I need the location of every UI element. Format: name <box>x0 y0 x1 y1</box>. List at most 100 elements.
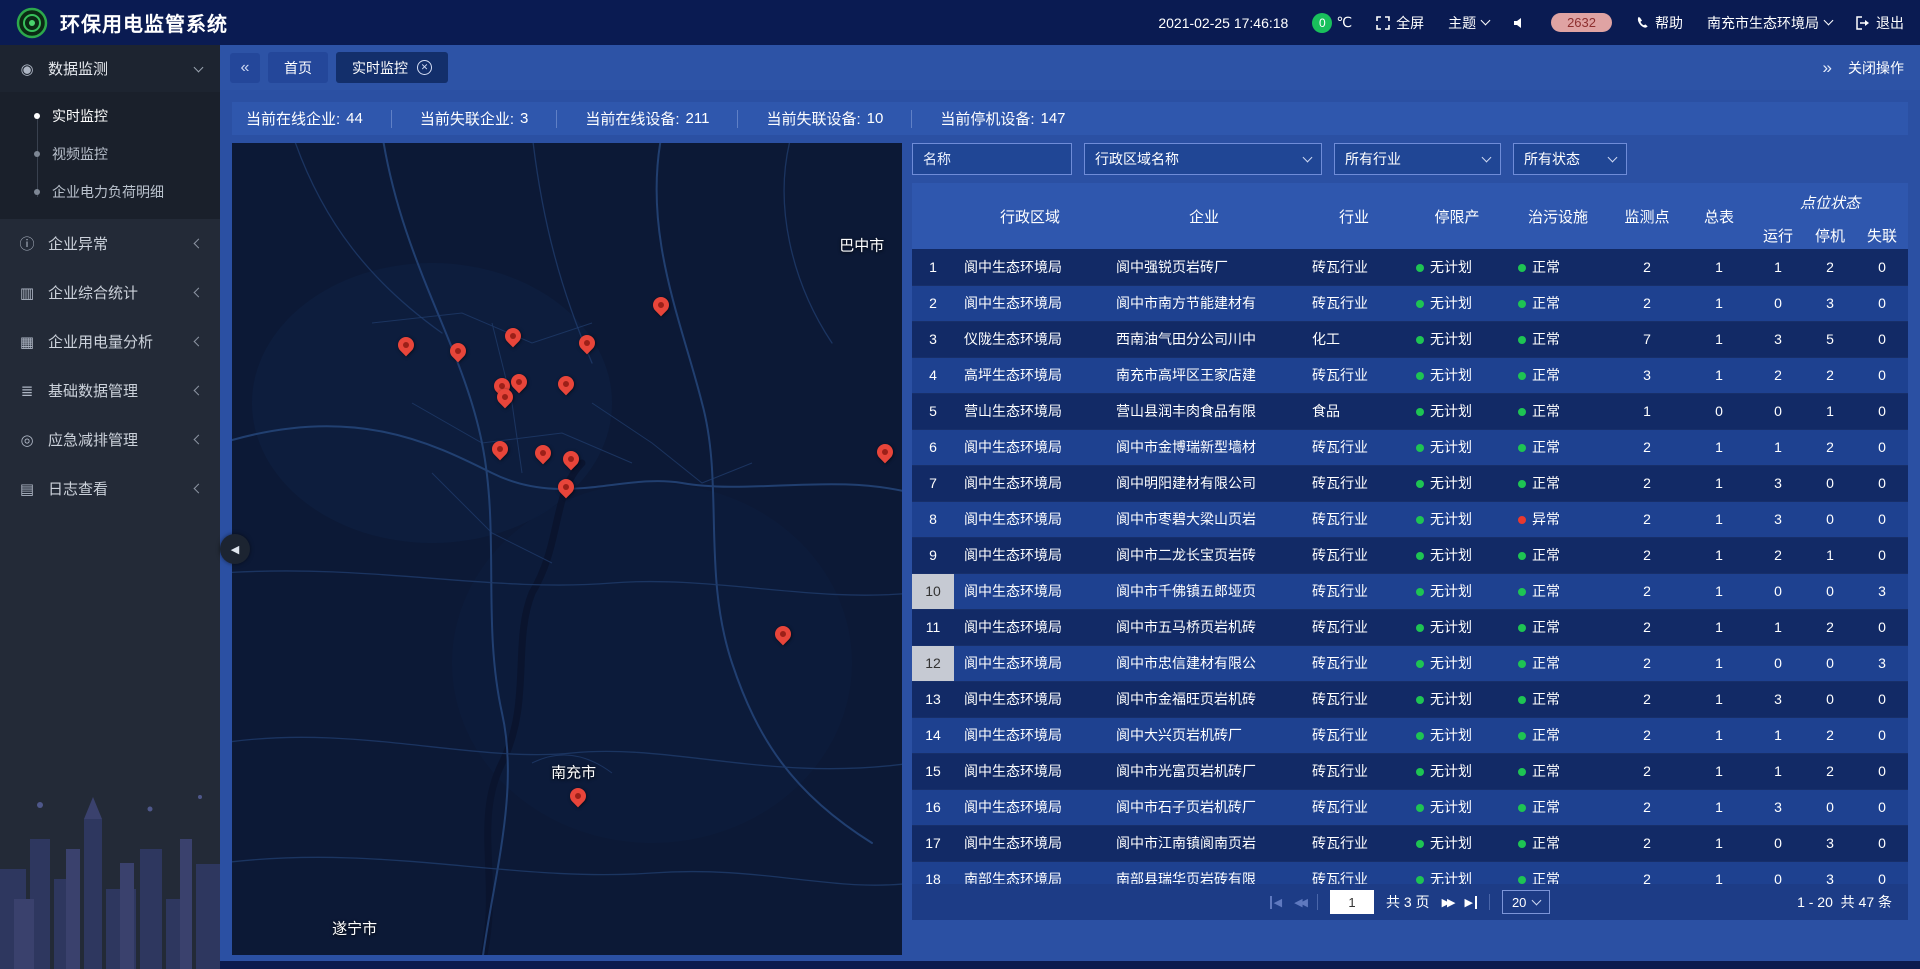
col-header-lost: 失联 <box>1856 221 1908 249</box>
map-pin-icon[interactable] <box>532 442 555 465</box>
alarm-count-badge[interactable]: 2632 <box>1551 13 1612 32</box>
cell-lost: 0 <box>1856 825 1908 861</box>
sidebar-item-realtime-monitor[interactable]: 实时监控 <box>0 97 220 135</box>
map-pin-icon[interactable] <box>395 334 418 357</box>
map-city-label: 南充市 <box>551 762 596 783</box>
cell-industry: 砖瓦行业 <box>1302 717 1406 753</box>
cell-company: 阆中强锐页岩砖厂 <box>1106 249 1302 285</box>
tabs-scroll-left-icon[interactable]: « <box>230 53 260 83</box>
status-dot-icon <box>1416 732 1424 740</box>
table-row[interactable]: 1阆中生态环境局阆中强锐页岩砖厂砖瓦行业无计划正常21120 <box>912 249 1908 285</box>
sound-button[interactable] <box>1513 16 1527 30</box>
sidebar-item-power-analysis[interactable]: ▦ 企业用电量分析 <box>0 317 220 366</box>
region-filter-select[interactable]: 行政区域名称 <box>1084 143 1322 175</box>
map-pin-icon[interactable] <box>576 332 599 355</box>
map[interactable]: 巴中市南充市遂宁市 <box>232 143 902 955</box>
table-row[interactable]: 18南部生态环境局南部县瑞华页岩砖有限砖瓦行业无计划正常21030 <box>912 861 1908 884</box>
bullet-icon <box>34 189 40 195</box>
prev-page-button[interactable] <box>1294 896 1305 909</box>
row-number: 3 <box>912 321 954 357</box>
table-row[interactable]: 16阆中生态环境局阆中市石子页岩机砖厂砖瓦行业无计划正常21300 <box>912 789 1908 825</box>
table-row[interactable]: 12阆中生态环境局阆中市忠信建材有限公砖瓦行业无计划正常21003 <box>912 645 1908 681</box>
map-pin-icon[interactable] <box>649 293 672 316</box>
next-page-button[interactable] <box>1442 896 1453 909</box>
status-filter-select[interactable]: 所有状态 <box>1513 143 1627 175</box>
exit-icon <box>1856 16 1870 30</box>
sidebar-item-enterprise-statistics[interactable]: ▥ 企业综合统计 <box>0 268 220 317</box>
sidebar-item-base-data[interactable]: ≣ 基础数据管理 <box>0 366 220 415</box>
fullscreen-icon <box>1376 16 1390 30</box>
page-size-select[interactable]: 20 <box>1502 890 1550 914</box>
collapse-sidebar-button[interactable]: ◀ <box>220 534 250 564</box>
sidebar-item-log-view[interactable]: ▤ 日志查看 <box>0 464 220 513</box>
table-row[interactable]: 14阆中生态环境局阆中大兴页岩机砖厂砖瓦行业无计划正常21120 <box>912 717 1908 753</box>
map-pin-icon[interactable] <box>873 440 896 463</box>
sidebar-item-data-monitoring[interactable]: ◉ 数据监测 <box>0 45 220 92</box>
cell-facility: 正常 <box>1508 465 1608 501</box>
first-page-button[interactable] <box>1270 896 1282 909</box>
cell-lost: 0 <box>1856 249 1908 285</box>
industry-filter-select[interactable]: 所有行业 <box>1334 143 1501 175</box>
table-row[interactable]: 11阆中生态环境局阆中市五马桥页岩机砖砖瓦行业无计划正常21120 <box>912 609 1908 645</box>
map-pin-icon[interactable] <box>555 476 578 499</box>
cell-district: 阆中生态环境局 <box>954 717 1106 753</box>
map-pin-icon[interactable] <box>502 325 525 348</box>
logout-button[interactable]: 退出 <box>1856 13 1904 33</box>
map-pin-icon[interactable] <box>772 623 795 646</box>
last-page-button[interactable] <box>1464 896 1476 909</box>
cell-meters: 1 <box>1686 753 1752 789</box>
col-header-district: 行政区域 <box>954 183 1106 249</box>
theme-dropdown[interactable]: 主题 <box>1448 13 1489 33</box>
cell-industry: 砖瓦行业 <box>1302 645 1406 681</box>
cell-run: 3 <box>1752 321 1804 357</box>
cell-industry: 砖瓦行业 <box>1302 501 1406 537</box>
map-pin-icon[interactable] <box>447 340 470 363</box>
map-pin-icon[interactable] <box>508 371 531 394</box>
map-pin-icon[interactable] <box>555 372 578 395</box>
sidebar-item-video-monitor[interactable]: 视频监控 <box>0 135 220 173</box>
cell-meters: 0 <box>1686 393 1752 429</box>
cell-company: 南充市高坪区王家店建 <box>1106 357 1302 393</box>
map-pin-icon[interactable] <box>489 438 512 461</box>
tab-home[interactable]: 首页 <box>268 52 328 83</box>
table-row[interactable]: 3仪陇生态环境局西南油气田分公司川中化工无计划正常71350 <box>912 321 1908 357</box>
sidebar-item-enterprise-abnormal[interactable]: ⓘ 企业异常 <box>0 219 220 268</box>
table-row[interactable]: 8阆中生态环境局阆中市枣碧大梁山页岩砖瓦行业无计划异常21300 <box>912 501 1908 537</box>
cell-meters: 1 <box>1686 825 1752 861</box>
org-dropdown[interactable]: 南充市生态环境局 <box>1707 13 1832 33</box>
table-row[interactable]: 2阆中生态环境局阆中市南方节能建材有砖瓦行业无计划正常21030 <box>912 285 1908 321</box>
table-row[interactable]: 9阆中生态环境局阆中市二龙长宝页岩砖砖瓦行业无计划正常21210 <box>912 537 1908 573</box>
table-row[interactable]: 4高坪生态环境局南充市高坪区王家店建砖瓦行业无计划正常31220 <box>912 357 1908 393</box>
cell-limit: 无计划 <box>1406 249 1508 285</box>
table-row[interactable]: 17阆中生态环境局阆中市江南镇阆南页岩砖瓦行业无计划正常21030 <box>912 825 1908 861</box>
chevron-down-icon <box>1532 895 1542 905</box>
table-row[interactable]: 5营山生态环境局营山县润丰肉食品有限食品无计划正常10010 <box>912 393 1908 429</box>
cell-district: 南部生态环境局 <box>954 861 1106 884</box>
col-header-index <box>912 183 954 249</box>
map-pin-icon[interactable] <box>560 448 583 471</box>
cell-stop: 3 <box>1804 861 1856 884</box>
cell-limit: 无计划 <box>1406 357 1508 393</box>
fullscreen-button[interactable]: 全屏 <box>1376 13 1424 33</box>
table-row[interactable]: 15阆中生态环境局阆中市光富页岩机砖厂砖瓦行业无计划正常21120 <box>912 753 1908 789</box>
cell-facility: 正常 <box>1508 825 1608 861</box>
table-row[interactable]: 10阆中生态环境局阆中市千佛镇五郎垭页砖瓦行业无计划正常21003 <box>912 573 1908 609</box>
page-number-input[interactable] <box>1330 890 1374 914</box>
tab-realtime-monitor[interactable]: 实时监控 ✕ <box>336 52 448 83</box>
table-row[interactable]: 13阆中生态环境局阆中市金福旺页岩机砖砖瓦行业无计划正常21300 <box>912 681 1908 717</box>
divider <box>1317 894 1318 910</box>
close-operations-button[interactable]: 关闭操作 <box>1848 58 1904 78</box>
tab-close-icon[interactable]: ✕ <box>417 60 432 75</box>
tabs-scroll-right-icon[interactable]: » <box>1823 58 1832 78</box>
table-row[interactable]: 6阆中生态环境局阆中市金博瑞新型墙材砖瓦行业无计划正常21120 <box>912 429 1908 465</box>
sidebar-item-emergency-reduction[interactable]: ◎ 应急减排管理 <box>0 415 220 464</box>
name-filter-input[interactable] <box>912 143 1072 175</box>
cell-facility: 异常 <box>1508 501 1608 537</box>
chevron-down-icon <box>194 62 204 72</box>
sidebar-item-power-load-detail[interactable]: 企业电力负荷明细 <box>0 173 220 211</box>
map-pin-icon[interactable] <box>567 785 590 808</box>
report-icon: ▥ <box>18 284 36 302</box>
table-row[interactable]: 7阆中生态环境局阆中明阳建材有限公司砖瓦行业无计划正常21300 <box>912 465 1908 501</box>
help-button[interactable]: 帮助 <box>1636 13 1683 33</box>
cell-district: 营山生态环境局 <box>954 393 1106 429</box>
